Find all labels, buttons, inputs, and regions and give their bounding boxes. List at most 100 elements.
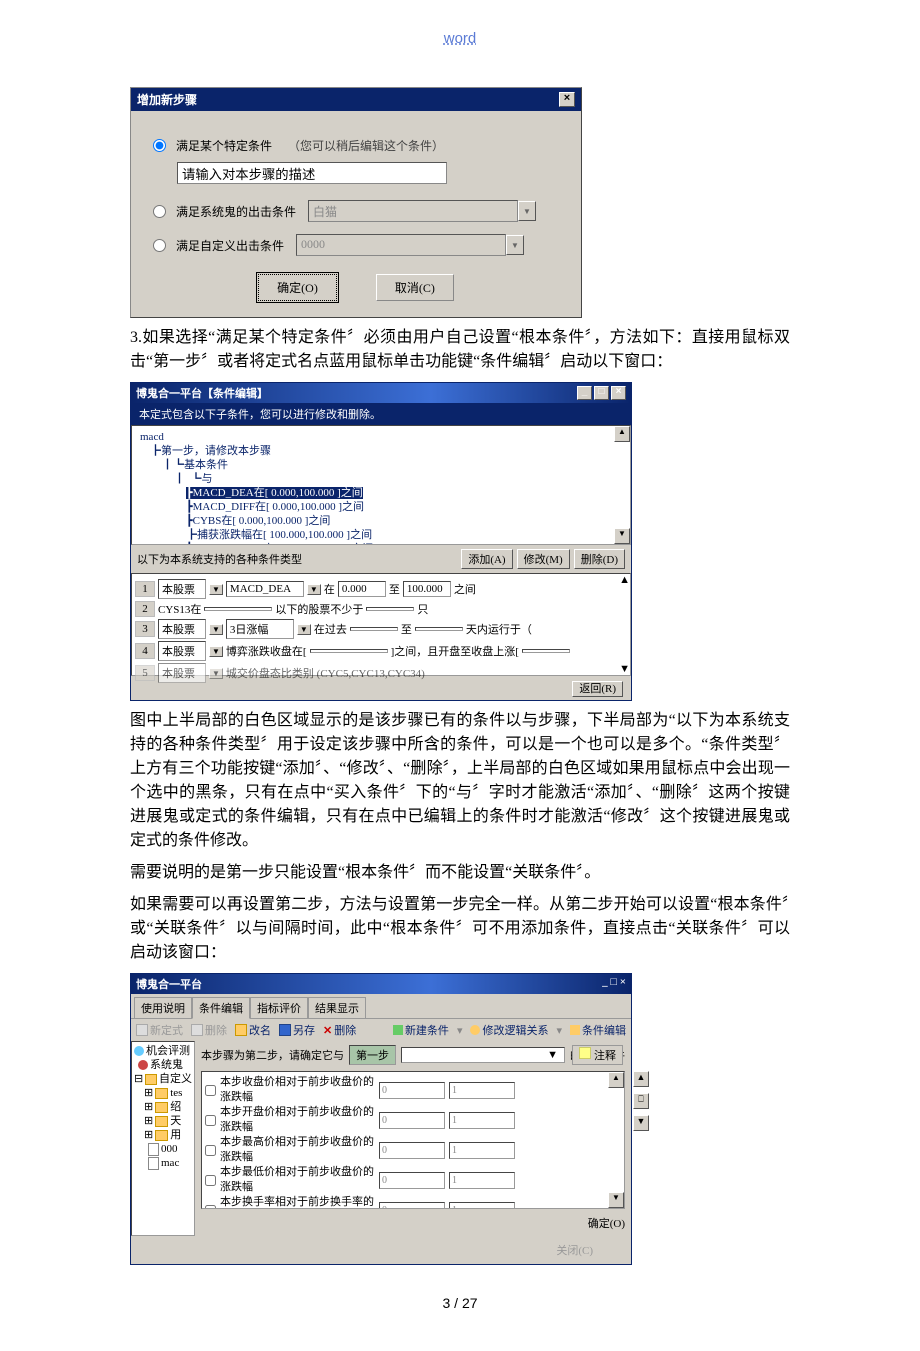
check-box[interactable] bbox=[205, 1085, 216, 1096]
rule-input[interactable]: 100.000 bbox=[403, 581, 451, 597]
check-val-to[interactable]: 1 bbox=[449, 1142, 515, 1159]
tab-indicator[interactable]: 指标评价 bbox=[250, 997, 308, 1018]
rule-field[interactable]: 3日涨幅 bbox=[226, 619, 294, 639]
scroll-down-icon[interactable]: ▼ bbox=[633, 1115, 649, 1131]
check-row[interactable]: 本步开盘价相对于前步收盘价的涨跌幅01 bbox=[205, 1105, 621, 1135]
rule-row[interactable]: 1 本股票▼ MACD_DEA▼ 在 0.000 至 100.000 之间 bbox=[135, 579, 627, 599]
check-val-to[interactable]: 1 bbox=[449, 1082, 515, 1099]
tree-item[interactable]: 系统鬼 bbox=[138, 1058, 192, 1072]
rule-field[interactable]: 本股票 bbox=[158, 663, 206, 683]
condition-tree[interactable]: macd ┣第一步，请修改本步骤 ┃┗基本条件 ┃ ┗与 ┣MACD_DEA在[… bbox=[131, 425, 631, 545]
close-icon[interactable]: × bbox=[559, 92, 575, 107]
tree-node[interactable]: ┃ ┗与 bbox=[174, 472, 622, 486]
tree-node[interactable]: ┣CYBS在[ 0.000,100.000 ]之间 bbox=[186, 514, 622, 528]
sidebar-tree[interactable]: 机会评测 系统鬼 ⊟自定义 ⊞tes ⊞绍 ⊞天 ⊞用 000 mac bbox=[131, 1041, 195, 1236]
back-button[interactable]: 返回(R) bbox=[572, 681, 623, 697]
modify-button[interactable]: 修改(M) bbox=[517, 549, 570, 569]
check-box[interactable] bbox=[205, 1205, 216, 1210]
dialog-titlebar[interactable]: 博鬼合一平台 _ □ × bbox=[131, 974, 631, 994]
step-prev-dropdown[interactable]: 第一步 bbox=[349, 1045, 396, 1065]
ok-button[interactable]: 确定(O) bbox=[258, 274, 337, 301]
scroll-up-icon[interactable]: ▲ bbox=[614, 426, 630, 442]
tree-node[interactable]: ┣捕获涨跌幅在[ 100.000,100.000 ]之间 bbox=[186, 528, 622, 542]
check-val-to[interactable]: 1 bbox=[449, 1172, 515, 1189]
scroll-down-icon[interactable]: ▼ bbox=[619, 663, 630, 675]
scroll-down-icon[interactable]: ▼ bbox=[614, 528, 630, 544]
dropdown-icon[interactable]: ▼ bbox=[518, 201, 536, 221]
tree-item[interactable]: 000 bbox=[148, 1142, 192, 1156]
tree-item[interactable]: ⊟自定义 bbox=[134, 1072, 192, 1086]
remove-button[interactable]: ✕删除 bbox=[323, 1022, 356, 1038]
tree-node[interactable]: ┃┗基本条件 bbox=[162, 458, 622, 472]
tree-item[interactable]: ⊞绍 bbox=[144, 1100, 192, 1114]
dialog-titlebar[interactable]: 增加新步骤 × bbox=[131, 88, 581, 111]
check-val-to[interactable]: 1 bbox=[449, 1112, 515, 1129]
scroll-up-icon[interactable]: ▲ bbox=[619, 574, 630, 586]
check-val-from[interactable]: 0 bbox=[379, 1082, 445, 1099]
maximize-icon[interactable]: □ bbox=[594, 386, 609, 400]
cancel-button[interactable]: 取消(C) bbox=[376, 274, 454, 301]
dropdown-icon[interactable]: ▼ bbox=[209, 624, 223, 635]
check-row[interactable]: 本步最高价相对于前步收盘价的涨跌幅01 bbox=[205, 1135, 621, 1165]
edit-logic-button[interactable]: 修改逻辑关系 bbox=[470, 1022, 548, 1038]
check-row[interactable]: 本步最低价相对于前步收盘价的涨跌幅01 bbox=[205, 1165, 621, 1195]
tree-node-selected[interactable]: ┣MACD_DEA在[ 0.000,100.000 ]之间 bbox=[186, 487, 363, 499]
tree-node[interactable]: ┣MACD_MACD在[ 0.000,100.000 ]之间 bbox=[186, 542, 622, 545]
step-desc-input[interactable] bbox=[177, 162, 447, 184]
scroll-anchor-icon[interactable]: ⎕ bbox=[633, 1093, 649, 1109]
save-button[interactable]: 另存 bbox=[279, 1022, 315, 1038]
rule-input[interactable]: 0.000 bbox=[338, 581, 386, 597]
delete-button[interactable]: 删除(D) bbox=[574, 549, 625, 569]
opt-specific-radio[interactable] bbox=[153, 139, 166, 152]
tab-usage[interactable]: 使用说明 bbox=[134, 997, 192, 1018]
tree-root[interactable]: 机会评测 bbox=[134, 1044, 192, 1058]
rule-field[interactable]: 本股票 bbox=[158, 619, 206, 639]
rule-input[interactable] bbox=[350, 627, 398, 631]
rule-row[interactable]: 2 CYS13在 以下的股票不少于 只 bbox=[135, 601, 627, 617]
tab-condition-edit[interactable]: 条件编辑 bbox=[192, 997, 250, 1019]
opt-custom-radio[interactable] bbox=[153, 239, 166, 252]
dropdown-icon[interactable]: ▼ bbox=[506, 235, 524, 255]
ok-button[interactable]: 确定(O) bbox=[588, 1218, 625, 1230]
dropdown-icon[interactable]: ▼ bbox=[209, 668, 223, 679]
scroll-up-icon[interactable]: ▲ bbox=[633, 1071, 649, 1087]
check-val-from[interactable]: 0 bbox=[379, 1202, 445, 1210]
rule-input[interactable] bbox=[204, 607, 272, 611]
check-row[interactable]: 本步换手率相对于前步换手率的涨跌幅01 bbox=[205, 1195, 621, 1209]
dropdown-icon[interactable]: ▼ bbox=[547, 1049, 558, 1061]
check-row[interactable]: 本步收盘价相对于前步收盘价的涨跌幅01 bbox=[205, 1075, 621, 1105]
scroll-up-icon[interactable]: ▲ bbox=[608, 1072, 624, 1088]
rule-input[interactable] bbox=[366, 607, 414, 611]
close-icon[interactable]: × bbox=[611, 386, 626, 400]
close-icon[interactable]: × bbox=[620, 976, 626, 988]
rule-row[interactable]: 3 本股票▼ 3日涨幅▼ 在过去 至 天内运行于（ bbox=[135, 619, 627, 639]
check-box[interactable] bbox=[205, 1115, 216, 1126]
rule-row[interactable]: 5 本股票▼ 城交价盘态比类别 (CYC5,CYC13,CYC34) bbox=[135, 663, 627, 683]
maximize-icon[interactable]: □ bbox=[610, 976, 617, 988]
dialog-titlebar[interactable]: 博鬼合一平台【条件编辑】 _ □ × bbox=[131, 383, 631, 403]
check-box[interactable] bbox=[205, 1145, 216, 1156]
rule-field[interactable]: 本股票 bbox=[158, 641, 206, 661]
scroll-down-icon[interactable]: ▼ bbox=[608, 1192, 624, 1208]
relation-checklist[interactable]: 本步收盘价相对于前步收盘价的涨跌幅01本步开盘价相对于前步收盘价的涨跌幅01本步… bbox=[201, 1071, 625, 1209]
minimize-icon[interactable]: _ bbox=[577, 386, 592, 400]
rule-field[interactable]: 本股票 bbox=[158, 579, 206, 599]
step-relation-dropdown[interactable]: ▼ bbox=[401, 1047, 565, 1063]
tree-root[interactable]: macd bbox=[140, 430, 622, 444]
dropdown-icon[interactable]: ▼ bbox=[209, 646, 223, 657]
tree-item[interactable]: ⊞天 bbox=[144, 1114, 192, 1128]
note-button[interactable]: 注释 bbox=[572, 1045, 623, 1065]
rule-field[interactable]: MACD_DEA bbox=[226, 581, 304, 597]
rule-input[interactable] bbox=[415, 627, 463, 631]
new-condition-button[interactable]: 新建条件 bbox=[393, 1022, 449, 1038]
check-val-to[interactable]: 1 bbox=[449, 1202, 515, 1210]
check-val-from[interactable]: 0 bbox=[379, 1172, 445, 1189]
dropdown-icon[interactable]: ▼ bbox=[297, 624, 311, 635]
tree-item[interactable]: ⊞tes bbox=[144, 1086, 192, 1100]
minimize-icon[interactable]: _ bbox=[602, 976, 608, 988]
tree-node[interactable]: ┣第一步，请修改本步骤 bbox=[150, 444, 622, 458]
rule-input[interactable] bbox=[522, 649, 570, 653]
rule-input[interactable] bbox=[310, 649, 388, 653]
tree-node[interactable]: ┣MACD_DIFF在[ 0.000,100.000 ]之间 bbox=[186, 500, 622, 514]
dropdown-icon[interactable]: ▼ bbox=[307, 584, 321, 595]
